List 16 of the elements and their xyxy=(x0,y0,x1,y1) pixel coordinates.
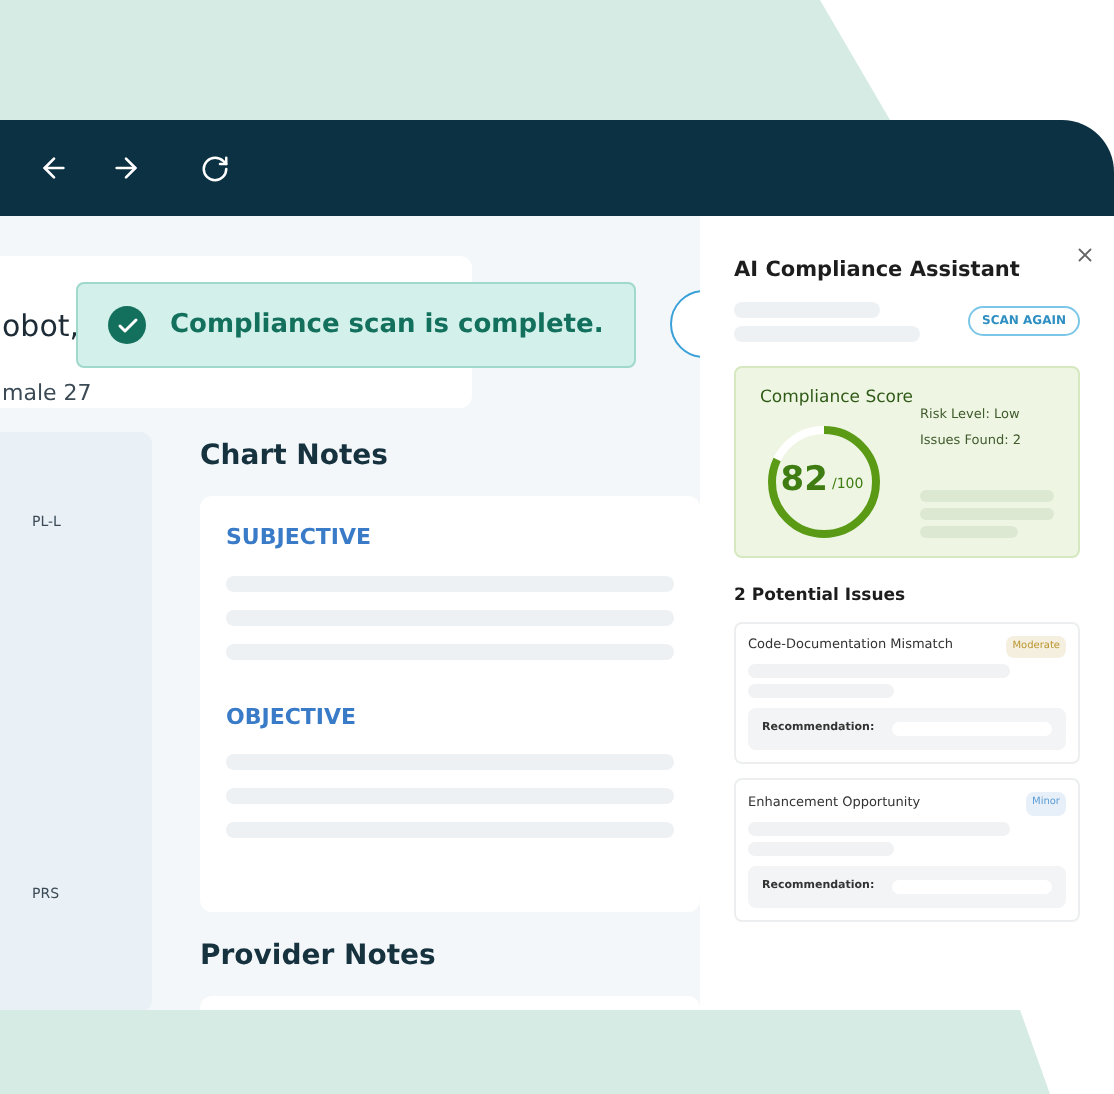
patient-name: obot, xyxy=(0,306,80,348)
issues-heading: 2 Potential Issues xyxy=(734,583,908,609)
section-label: OBJECTIVE xyxy=(226,701,359,733)
toast-message: Compliance scan is complete. xyxy=(170,307,604,344)
forward-icon[interactable] xyxy=(110,152,142,184)
section-heading: Provider Notes xyxy=(200,938,438,976)
back-icon[interactable] xyxy=(38,152,70,184)
panel-title: AI Compliance Assistant xyxy=(734,256,1022,286)
patient-details: male 27 xyxy=(0,377,92,409)
section-label: SUBJECTIVE xyxy=(226,522,374,554)
reload-icon[interactable] xyxy=(200,153,230,183)
check-icon xyxy=(108,306,146,344)
score-title: Compliance Score xyxy=(760,385,916,411)
close-icon[interactable] xyxy=(1074,244,1096,266)
section-heading: Chart Notes xyxy=(200,438,391,476)
score-value: 82 xyxy=(780,457,828,504)
